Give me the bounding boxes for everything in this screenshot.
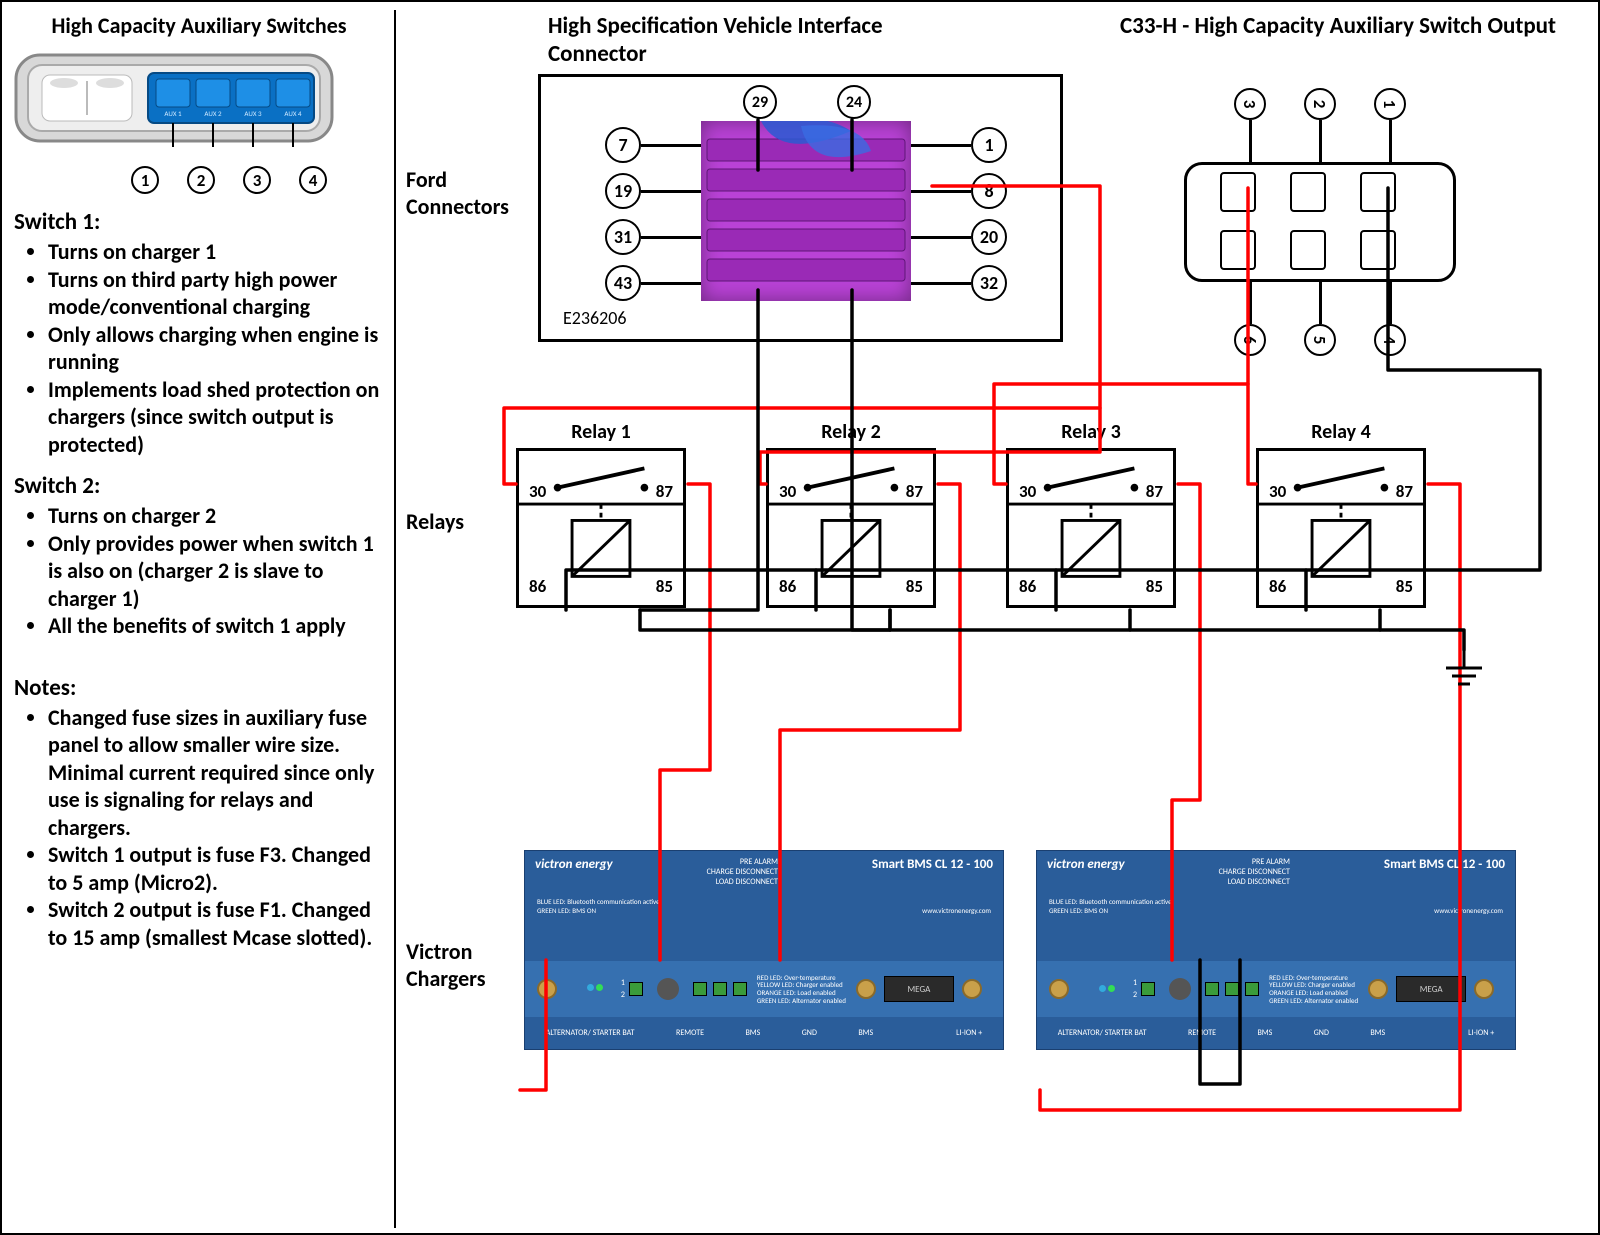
left-sidebar: High Capacity Auxiliary Switches AUX 1 A…: [14, 12, 384, 951]
switch2-heading: Switch 2:: [14, 472, 384, 500]
relay-3: Relay 3 30 87 86 85: [1006, 420, 1176, 608]
sw2-item: Turns on charger 2: [48, 502, 384, 530]
c33-pin-2: 2: [1304, 88, 1336, 120]
relay-4: Relay 4 30 87 86 85: [1256, 420, 1426, 608]
conn-pin-1: 1: [971, 127, 1007, 163]
part-number: E236206: [563, 307, 627, 329]
conn-pin-20: 20: [971, 219, 1007, 255]
connector-rows-icon: [701, 121, 911, 301]
row-label-relays: Relays: [406, 508, 464, 535]
sw1-item: Turns on charger 1: [48, 238, 384, 266]
relay-2: Relay 2 30 87 86 85: [766, 420, 936, 608]
conn-pin-7: 7: [605, 127, 641, 163]
switch-panel-image: AUX 1 AUX 2 AUX 3 AUX 4: [14, 47, 334, 157]
conn-pin-29: 29: [743, 85, 777, 119]
conn-pin-8: 8: [971, 173, 1007, 209]
switch-pin-row: 1 2 3 4: [74, 166, 384, 194]
conn-pin-19: 19: [605, 173, 641, 209]
svg-text:AUX 2: AUX 2: [204, 109, 222, 118]
c33-pin-4: 4: [1374, 324, 1406, 356]
notes-heading: Notes:: [14, 674, 384, 702]
interface-connector: 7 19 31 43 1 8 20 32 29 24 E236206: [538, 74, 1063, 342]
relay-1: Relay 1 30 87 86 85: [516, 420, 686, 608]
conn-pin-43: 43: [605, 265, 641, 301]
sw1-item: Turns on third party high power mode/con…: [48, 266, 384, 321]
svg-text:AUX 4: AUX 4: [284, 109, 302, 118]
note-item: Switch 2 output is fuse F1. Changed to 1…: [48, 896, 384, 951]
switch-pin-3: 3: [243, 166, 271, 194]
c33-pin-3: 3: [1234, 88, 1266, 120]
interface-title: High Specification Vehicle Interface Con…: [548, 12, 978, 68]
note-item: Switch 1 output is fuse F3. Changed to 5…: [48, 841, 384, 896]
switch1-list: Turns on charger 1 Turns on third party …: [14, 238, 384, 458]
row-label-ford: Ford Connectors: [406, 166, 526, 220]
vertical-divider: [394, 10, 396, 1228]
switch1-heading: Switch 1:: [14, 208, 384, 236]
svg-text:AUX 3: AUX 3: [244, 109, 262, 118]
sw2-item: Only provides power when switch 1 is als…: [48, 530, 384, 613]
switch-pin-4: 4: [299, 166, 327, 194]
victron-charger-1: victron energy PRE ALARMCHARGE DISCONNEC…: [524, 850, 1004, 1050]
switch-pin-2: 2: [187, 166, 215, 194]
note-item: Changed fuse sizes in auxiliary fuse pan…: [48, 704, 384, 842]
row-label-victron: Victron Chargers: [406, 938, 516, 992]
sw1-item: Only allows charging when engine is runn…: [48, 321, 384, 376]
sw1-item: Implements load shed protection on charg…: [48, 376, 384, 459]
switches-title: High Capacity Auxiliary Switches: [14, 12, 384, 39]
wiring-diagram: Ford Connectors Relays Victron Chargers …: [400, 10, 1590, 1228]
c33h-title: C33-H - High Capacity Auxiliary Switch O…: [1120, 12, 1580, 40]
switch-pin-1: 1: [131, 166, 159, 194]
conn-pin-31: 31: [605, 219, 641, 255]
switch2-list: Turns on charger 2 Only provides power w…: [14, 502, 384, 640]
victron-charger-2: victron energy PRE ALARMCHARGE DISCONNEC…: [1036, 850, 1516, 1050]
conn-pin-24: 24: [837, 85, 871, 119]
conn-pin-32: 32: [971, 265, 1007, 301]
c33-pin-1: 1: [1374, 88, 1406, 120]
svg-text:AUX 1: AUX 1: [164, 109, 182, 118]
c33-pin-6: 6: [1234, 324, 1266, 356]
sw2-item: All the benefits of switch 1 apply: [48, 612, 384, 640]
c33h-connector: 3 2 1 6 5 4: [1170, 70, 1470, 360]
c33-pin-5: 5: [1304, 324, 1336, 356]
notes-list: Changed fuse sizes in auxiliary fuse pan…: [14, 704, 384, 952]
